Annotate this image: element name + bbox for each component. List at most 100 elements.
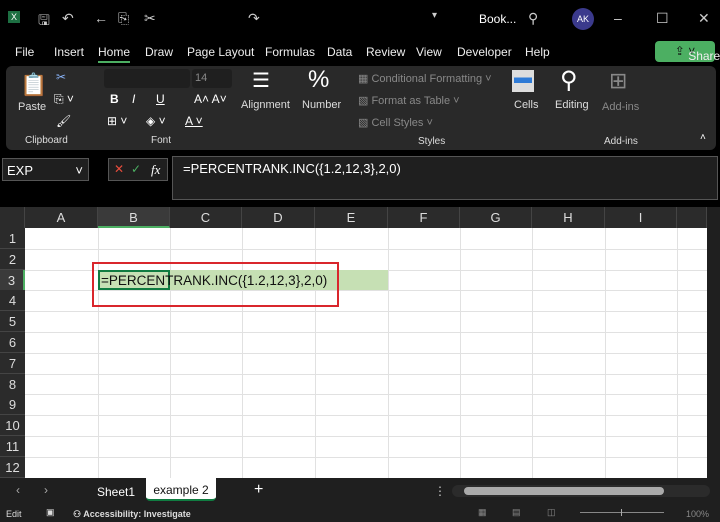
italic-button[interactable]: I <box>132 92 135 106</box>
cell-styles-label: Cell Styles <box>371 117 424 129</box>
tab-developer[interactable]: Developer <box>457 45 512 59</box>
vertical-scrollbar[interactable] <box>707 207 720 478</box>
font-name-select[interactable] <box>104 69 190 88</box>
addins-button[interactable]: Add-ins <box>602 101 639 113</box>
scrollbar-thumb[interactable] <box>464 487 664 495</box>
alignment-button[interactable]: Alignment <box>241 99 290 111</box>
sheet-tab-example-2[interactable]: example 2 <box>146 478 216 501</box>
column-header-g[interactable]: G <box>460 207 532 228</box>
page-layout-view-icon[interactable]: ▤ <box>512 507 521 518</box>
number-button[interactable]: Number <box>302 99 341 111</box>
tab-insert[interactable]: Insert <box>54 45 84 59</box>
cut-icon[interactable]: ✂ <box>144 10 156 27</box>
column-header-partial[interactable] <box>677 207 707 228</box>
tab-formulas[interactable]: Formulas <box>265 45 315 59</box>
tab-view[interactable]: View <box>416 45 442 59</box>
customize-icon[interactable]: ▾ <box>432 10 437 21</box>
paste-icon[interactable]: 📋 <box>20 72 47 98</box>
row-header-12[interactable]: 12 <box>0 456 25 478</box>
column-header-e[interactable]: E <box>315 207 388 228</box>
column-header-d[interactable]: D <box>242 207 315 228</box>
add-sheet-icon[interactable]: + <box>254 481 263 499</box>
row-header-8[interactable]: 8 <box>0 373 25 395</box>
borders-icon[interactable]: ⊞ ˅ <box>107 114 127 128</box>
close-icon[interactable]: ✕ <box>698 10 710 27</box>
row-header-4[interactable]: 4 <box>0 290 25 312</box>
row-header-10[interactable]: 10 <box>0 415 25 437</box>
row-header-2[interactable]: 2 <box>0 248 25 270</box>
minimize-icon[interactable]: – <box>614 10 622 26</box>
format-as-table-button[interactable]: ▧ Format as Table ˅ <box>358 94 460 107</box>
row-header-5[interactable]: 5 <box>0 311 25 333</box>
document-title[interactable]: Book... <box>479 12 516 26</box>
horizontal-scrollbar[interactable] <box>452 485 710 497</box>
format-painter-icon[interactable]: 🖌 <box>56 114 71 128</box>
zoom-slider[interactable] <box>580 509 664 516</box>
font-color-icon[interactable]: A ˅ <box>185 114 203 128</box>
percent-icon[interactable]: % <box>308 66 329 94</box>
row-header-7[interactable]: 7 <box>0 352 25 374</box>
share-button[interactable]: ⇪ Share ˅ <box>655 41 720 63</box>
paste-button[interactable]: Paste <box>18 101 46 113</box>
cells-icon[interactable] <box>512 70 534 92</box>
column-header-b[interactable]: B <box>98 207 170 228</box>
sheet-tab-sheet1[interactable]: Sheet1 <box>97 485 135 499</box>
font-size-select[interactable]: 14 <box>192 69 232 88</box>
underline-button[interactable]: U <box>156 92 165 106</box>
undo-icon[interactable]: ↶ <box>62 10 74 27</box>
copy-icon[interactable]: ⎘ <box>118 10 129 27</box>
column-header-a[interactable]: A <box>25 207 98 228</box>
tab-review[interactable]: Review <box>366 45 405 59</box>
search-icon[interactable]: ⚲ <box>528 10 538 27</box>
alignment-icon[interactable]: ☰ <box>252 68 270 93</box>
column-header-f[interactable]: F <box>388 207 460 228</box>
cell-styles-button[interactable]: ▧ Cell Styles ˅ <box>358 116 433 129</box>
tab-data[interactable]: Data <box>327 45 352 59</box>
row-header-9[interactable]: 9 <box>0 394 25 416</box>
page-break-view-icon[interactable]: ◫ <box>547 507 556 518</box>
avatar[interactable]: AK <box>572 8 594 30</box>
accessibility-button[interactable]: ⚇ Accessibility: Investigate <box>73 509 191 520</box>
row-header-6[interactable]: 6 <box>0 332 25 353</box>
column-header-h[interactable]: H <box>532 207 605 228</box>
maximize-icon[interactable]: ☐ <box>656 10 669 27</box>
tab-draw[interactable]: Draw <box>145 45 173 59</box>
tab-help[interactable]: Help <box>525 45 550 59</box>
editing-button[interactable]: Editing <box>555 99 589 111</box>
fill-color-icon[interactable]: ◈ ˅ <box>146 114 166 128</box>
row-header-1[interactable]: 1 <box>0 228 25 249</box>
tab-home[interactable]: Home <box>98 45 131 63</box>
collapse-ribbon-icon[interactable]: ˄ <box>700 132 706 143</box>
row-header-11[interactable]: 11 <box>0 436 25 457</box>
cells-button[interactable]: Cells <box>514 99 538 111</box>
column-header-i[interactable]: I <box>605 207 677 228</box>
redo-icon[interactable]: ↷ <box>248 10 260 27</box>
conditional-formatting-button[interactable]: ▦ Conditional Formatting ˅ <box>358 72 492 85</box>
save-icon[interactable]: 🖫 <box>38 10 50 34</box>
copy-icon[interactable]: ⎘ ˅ <box>54 92 74 107</box>
enter-icon[interactable]: ✓ <box>131 162 141 176</box>
next-sheet-icon[interactable]: › <box>44 483 48 497</box>
prev-sheet-icon[interactable]: ‹ <box>16 483 20 497</box>
row-header-3[interactable]: 3 <box>0 269 25 291</box>
back-icon[interactable]: ← <box>94 10 108 26</box>
tab-file[interactable]: File <box>15 45 34 59</box>
normal-view-icon[interactable]: ▦ <box>478 507 487 518</box>
macro-icon[interactable]: ▣ <box>46 507 55 518</box>
select-all-button[interactable] <box>0 207 25 228</box>
cancel-icon[interactable]: ✕ <box>114 162 124 176</box>
spreadsheet-grid[interactable]: ABCDEFGHI123456789101112=PERCENTRANK.INC… <box>0 207 707 479</box>
font-grow-button[interactable]: A˄ A˅ <box>194 92 227 106</box>
gridline <box>25 415 707 417</box>
tab-page-layout[interactable]: Page Layout <box>187 45 254 59</box>
bold-button[interactable]: B <box>110 92 119 106</box>
formula-input[interactable]: =PERCENTRANK.INC({1.2,12,3},2,0) <box>172 156 718 200</box>
column-header-c[interactable]: C <box>170 207 242 228</box>
editing-search-icon[interactable]: ⚲ <box>560 66 578 95</box>
more-options-icon[interactable]: ⋮ <box>434 484 446 498</box>
name-box[interactable]: EXP ˅ <box>2 158 89 181</box>
insert-function-button[interactable]: fx <box>151 162 160 178</box>
zoom-level[interactable]: 100% <box>686 509 709 519</box>
cut-icon[interactable]: ✂ <box>56 70 66 84</box>
addins-icon[interactable]: ⊞ <box>609 68 627 94</box>
